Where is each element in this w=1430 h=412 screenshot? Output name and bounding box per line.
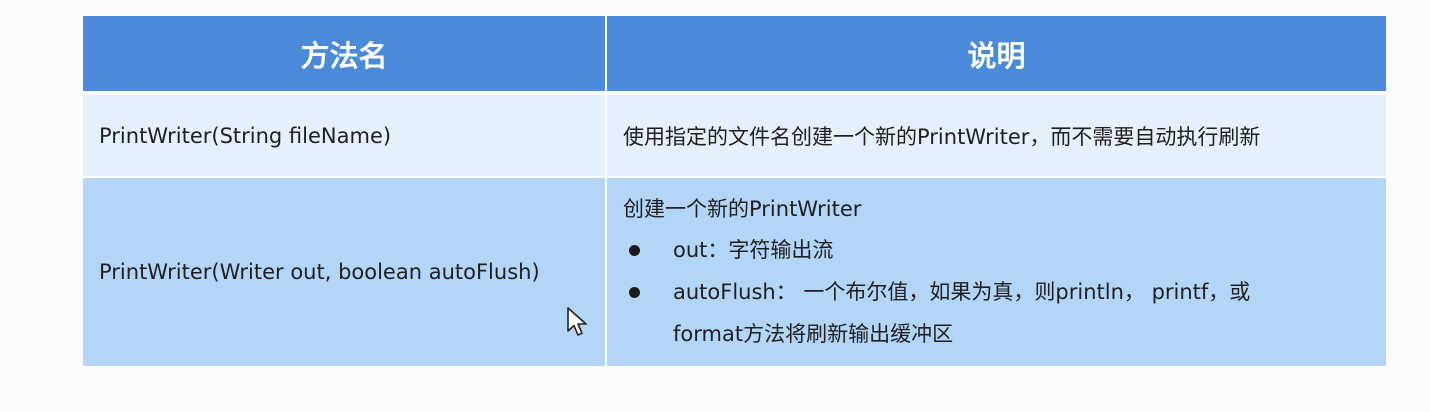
bullet-dot-icon — [629, 245, 640, 256]
list-item-continuation: format方法将刷新输出缓冲区 — [623, 313, 1386, 355]
table-row: PrintWriter(Writer out, boolean autoFlus… — [83, 177, 1386, 368]
description-cell: 创建一个新的PrintWriter out：字符输出流 autoFlush： 一… — [606, 177, 1386, 368]
table-row: PrintWriter(String fileName) 使用指定的文件名创建一… — [83, 93, 1386, 178]
bullet-list: out：字符输出流 autoFlush： 一个布尔值，如果为真，则println… — [623, 229, 1386, 355]
description-title: 创建一个新的PrintWriter — [623, 197, 862, 221]
header-description: 说明 — [606, 16, 1386, 95]
method-cell: PrintWriter(String fileName) — [83, 93, 607, 178]
list-item-text: format方法将刷新输出缓冲区 — [673, 322, 954, 346]
mouse-pointer-icon — [567, 307, 587, 336]
table-header-row: 方法名 说明 — [83, 16, 1386, 95]
methods-table: 方法名 说明 PrintWriter(String fileName) 使用指定… — [83, 16, 1386, 368]
list-item: autoFlush： 一个布尔值，如果为真，则println， printf，或 — [623, 271, 1386, 313]
list-item-text: autoFlush： 一个布尔值，如果为真，则println， printf，或 — [673, 280, 1251, 304]
list-item: out：字符输出流 — [623, 229, 1386, 271]
header-method-name: 方法名 — [83, 16, 607, 95]
bullet-dot-icon — [629, 287, 640, 298]
method-cell: PrintWriter(Writer out, boolean autoFlus… — [83, 177, 607, 368]
list-item-text: out：字符输出流 — [673, 238, 834, 262]
description-cell: 使用指定的文件名创建一个新的PrintWriter，而不需要自动执行刷新 — [606, 93, 1386, 178]
slide-canvas: 方法名 说明 PrintWriter(String fileName) 使用指定… — [0, 0, 1430, 412]
